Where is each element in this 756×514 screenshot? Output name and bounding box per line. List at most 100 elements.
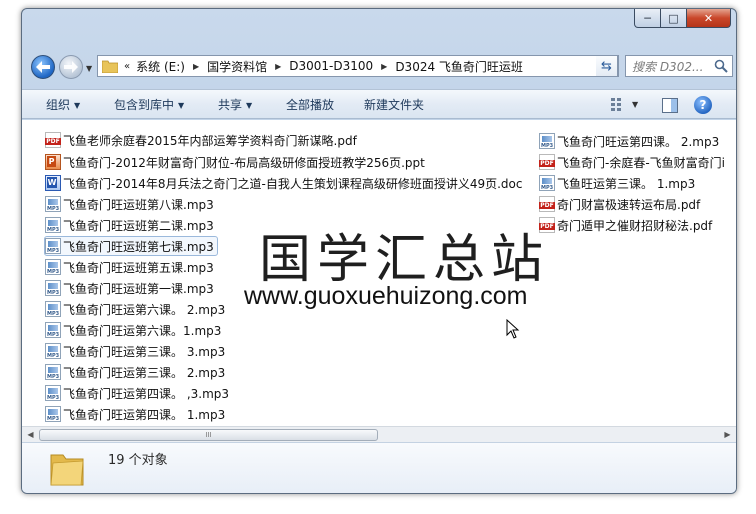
audio-file-icon xyxy=(45,301,61,317)
scroll-left-icon[interactable]: ◀ xyxy=(22,427,39,443)
scrollbar-thumb[interactable]: III xyxy=(39,429,378,441)
view-options-dropdown-icon[interactable]: ▼ xyxy=(632,100,638,109)
pdf-file-icon xyxy=(45,132,61,148)
file-name: 飞鱼奇门旺运班第八课.mp3 xyxy=(63,197,214,212)
navigation-row: ▼ « 系统 (E:) ▶ 国学资料馆 ▶ D3001-D3100 ▶ D302… xyxy=(22,51,736,83)
search-icon[interactable] xyxy=(714,59,728,73)
share-button[interactable]: 共享 ▼ xyxy=(218,90,252,120)
file-name: 飞鱼奇门旺运班第二课.mp3 xyxy=(63,218,214,233)
preview-pane-icon[interactable] xyxy=(662,98,678,113)
minimize-button[interactable]: ─ xyxy=(634,9,661,28)
organize-button[interactable]: 组织 ▼ xyxy=(46,90,80,120)
audio-file-icon xyxy=(45,196,61,212)
breadcrumb-separator-icon[interactable]: ▶ xyxy=(193,62,199,71)
include-in-library-button[interactable]: 包含到库中 ▼ xyxy=(114,90,184,120)
refresh-button[interactable]: ⇆ xyxy=(596,55,618,77)
folder-icon xyxy=(102,60,118,73)
file-name: 飞鱼奇门旺运第四课。 2.mp3 xyxy=(557,134,720,149)
breadcrumb-drive[interactable]: 系统 (E:) xyxy=(136,58,185,75)
word-file-icon xyxy=(45,175,61,191)
mouse-cursor-icon xyxy=(506,319,520,339)
audio-file-icon xyxy=(539,133,555,149)
item-count: 19 个对象 xyxy=(108,453,168,468)
breadcrumb-folder-range[interactable]: D3001-D3100 xyxy=(289,59,373,73)
breadcrumb-separator-icon[interactable]: ▶ xyxy=(381,62,387,71)
file-item[interactable]: 飞鱼奇门旺运班第五课.mp3 xyxy=(45,257,217,277)
forward-arrow-icon xyxy=(64,61,78,73)
recent-pages-dropdown-icon[interactable]: ▼ xyxy=(86,64,92,73)
audio-file-icon xyxy=(45,259,61,275)
file-item[interactable]: 飞鱼老师余庭春2015年内部运筹学资料奇门新谋略.pdf xyxy=(45,130,360,150)
explorer-window: ─ □ ✕ ▼ « 系统 (E:) ▶ 国学资料馆 ▶ D3001-D3100 … xyxy=(21,8,737,494)
file-name: 飞鱼奇门旺运班第一课.mp3 xyxy=(63,281,214,296)
address-bar[interactable]: « 系统 (E:) ▶ 国学资料馆 ▶ D3001-D3100 ▶ D3024 … xyxy=(97,55,619,77)
file-name: 奇门财富极速转运布局.pdf xyxy=(557,197,701,212)
file-name: 飞鱼旺运第三课。 1.mp3 xyxy=(557,176,696,191)
search-placeholder: 搜索 D302... xyxy=(632,59,704,74)
audio-file-icon xyxy=(45,238,61,254)
audio-file-icon xyxy=(45,406,61,422)
file-name: 飞鱼奇门旺运班第五课.mp3 xyxy=(63,260,214,275)
file-item-selected[interactable]: 飞鱼奇门旺运班第七课.mp3 xyxy=(44,236,218,256)
file-name: 飞鱼奇门旺运第四课。 1.mp3 xyxy=(63,407,226,422)
search-input[interactable]: 搜索 D302... xyxy=(625,55,733,77)
audio-file-icon xyxy=(45,280,61,296)
breadcrumb-overflow-icon[interactable]: « xyxy=(124,61,130,72)
caption-buttons: ─ □ ✕ xyxy=(634,9,731,29)
file-name: 飞鱼奇门旺运第六课。 2.mp3 xyxy=(63,302,226,317)
pdf-file-icon xyxy=(539,154,555,170)
horizontal-scrollbar[interactable]: ◀ III ▶ xyxy=(22,426,736,442)
file-item[interactable]: 飞鱼奇门-2014年8月兵法之奇门之道-自我人生策划课程高级研修班面授讲义49页… xyxy=(45,173,525,193)
chevron-down-icon: ▼ xyxy=(178,101,185,110)
file-item[interactable]: 飞鱼奇门旺运第六课。1.mp3 xyxy=(45,320,224,340)
back-button[interactable] xyxy=(31,55,55,79)
include-in-library-label: 包含到库中 xyxy=(114,98,175,112)
breadcrumb-separator-icon[interactable]: ▶ xyxy=(275,62,281,71)
breadcrumb-current-folder[interactable]: D3024 飞鱼奇门旺运班 xyxy=(395,58,523,75)
chevron-down-icon: ▼ xyxy=(246,101,253,110)
file-item[interactable]: 飞鱼奇门旺运第三课。 2.mp3 xyxy=(45,362,228,382)
file-item[interactable]: 奇门财富极速转运布局.pdf xyxy=(539,194,703,214)
share-label: 共享 xyxy=(218,98,243,112)
file-name: 飞鱼奇门-2014年8月兵法之奇门之道-自我人生策划课程高级研修班面授讲义49页… xyxy=(63,176,523,191)
close-button[interactable]: ✕ xyxy=(687,9,731,28)
breadcrumb-folder-library[interactable]: 国学资料馆 xyxy=(207,58,267,75)
watermark-title: 国学汇总站 xyxy=(259,230,550,290)
back-arrow-icon xyxy=(36,61,50,73)
file-name: 飞鱼奇门旺运第三课。 3.mp3 xyxy=(63,344,226,359)
scroll-right-icon[interactable]: ▶ xyxy=(719,427,736,443)
file-name: 飞鱼奇门旺运班第七课.mp3 xyxy=(63,239,214,254)
file-item[interactable]: 飞鱼奇门-余庭春-飞鱼财富奇门i xyxy=(539,152,736,172)
file-item[interactable]: 飞鱼奇门旺运班第一课.mp3 xyxy=(45,278,217,298)
audio-file-icon xyxy=(45,322,61,338)
file-item[interactable]: 奇门遁甲之催财招财秘法.pdf xyxy=(539,215,715,235)
maximize-button[interactable]: □ xyxy=(661,9,687,28)
details-pane: 19 个对象 xyxy=(22,442,736,493)
file-item[interactable]: 飞鱼奇门旺运第三课。 3.mp3 xyxy=(45,341,228,361)
new-folder-button[interactable]: 新建文件夹 xyxy=(364,90,424,120)
audio-file-icon xyxy=(45,364,61,380)
play-all-button[interactable]: 全部播放 xyxy=(286,90,334,120)
file-name: 飞鱼奇门旺运第四课。 ,3.mp3 xyxy=(63,386,230,401)
file-item[interactable]: 飞鱼奇门旺运班第八课.mp3 xyxy=(45,194,217,214)
file-item[interactable]: 飞鱼奇门旺运班第二课.mp3 xyxy=(45,215,217,235)
file-list: 飞鱼老师余庭春2015年内部运筹学资料奇门新谋略.pdf 飞鱼奇门-2012年财… xyxy=(22,120,736,426)
file-name: 奇门遁甲之催财招财秘法.pdf xyxy=(557,218,713,233)
file-item[interactable]: 飞鱼奇门旺运第四课。 2.mp3 xyxy=(539,131,722,151)
file-item[interactable]: 飞鱼奇门旺运第四课。 ,3.mp3 xyxy=(45,383,232,403)
file-item[interactable]: 飞鱼旺运第三课。 1.mp3 xyxy=(539,173,698,193)
file-name: 飞鱼奇门旺运第三课。 2.mp3 xyxy=(63,365,226,380)
file-name: 飞鱼奇门-2012年财富奇门财位-布局高级研修面授班教学256页.ppt xyxy=(63,155,425,170)
file-name: 飞鱼奇门旺运第六课。1.mp3 xyxy=(63,323,222,338)
change-view-icon[interactable] xyxy=(611,98,627,112)
file-item[interactable]: 飞鱼奇门旺运第四课。 1.mp3 xyxy=(45,404,228,424)
organize-label: 组织 xyxy=(46,98,71,112)
file-item[interactable]: 飞鱼奇门-2012年财富奇门财位-布局高级研修面授班教学256页.ppt xyxy=(45,152,428,172)
help-icon[interactable]: ? xyxy=(694,96,712,114)
folder-icon xyxy=(50,454,84,486)
file-item[interactable]: 飞鱼奇门旺运第六课。 2.mp3 xyxy=(45,299,228,319)
powerpoint-file-icon xyxy=(45,154,61,170)
file-name: 飞鱼老师余庭春2015年内部运筹学资料奇门新谋略.pdf xyxy=(63,133,357,148)
audio-file-icon xyxy=(45,343,61,359)
forward-button[interactable] xyxy=(59,55,83,79)
